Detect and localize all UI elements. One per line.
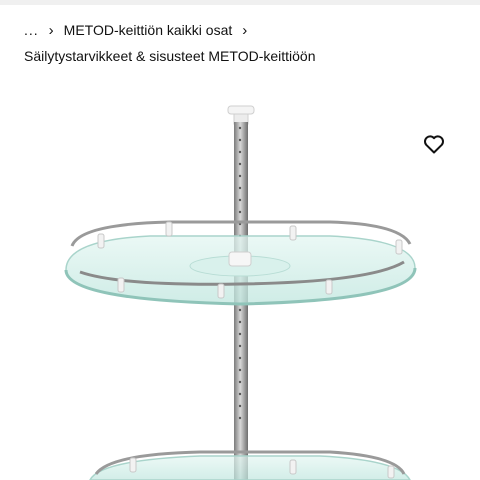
- breadcrumb-link-metod-parts[interactable]: METOD-keittiön kaikki osat: [64, 22, 233, 38]
- breadcrumb-ellipsis[interactable]: ...: [24, 22, 39, 38]
- chevron-right-icon: ›: [48, 21, 54, 39]
- chevron-right-icon: ›: [242, 21, 248, 39]
- breadcrumb: ... › METOD-keittiön kaikki osat ›: [24, 20, 257, 40]
- top-bar: [0, 0, 480, 5]
- product-image: [64, 105, 417, 480]
- subcategory-link[interactable]: Säilytystarvikkeet & sisusteet METOD-kei…: [24, 48, 316, 64]
